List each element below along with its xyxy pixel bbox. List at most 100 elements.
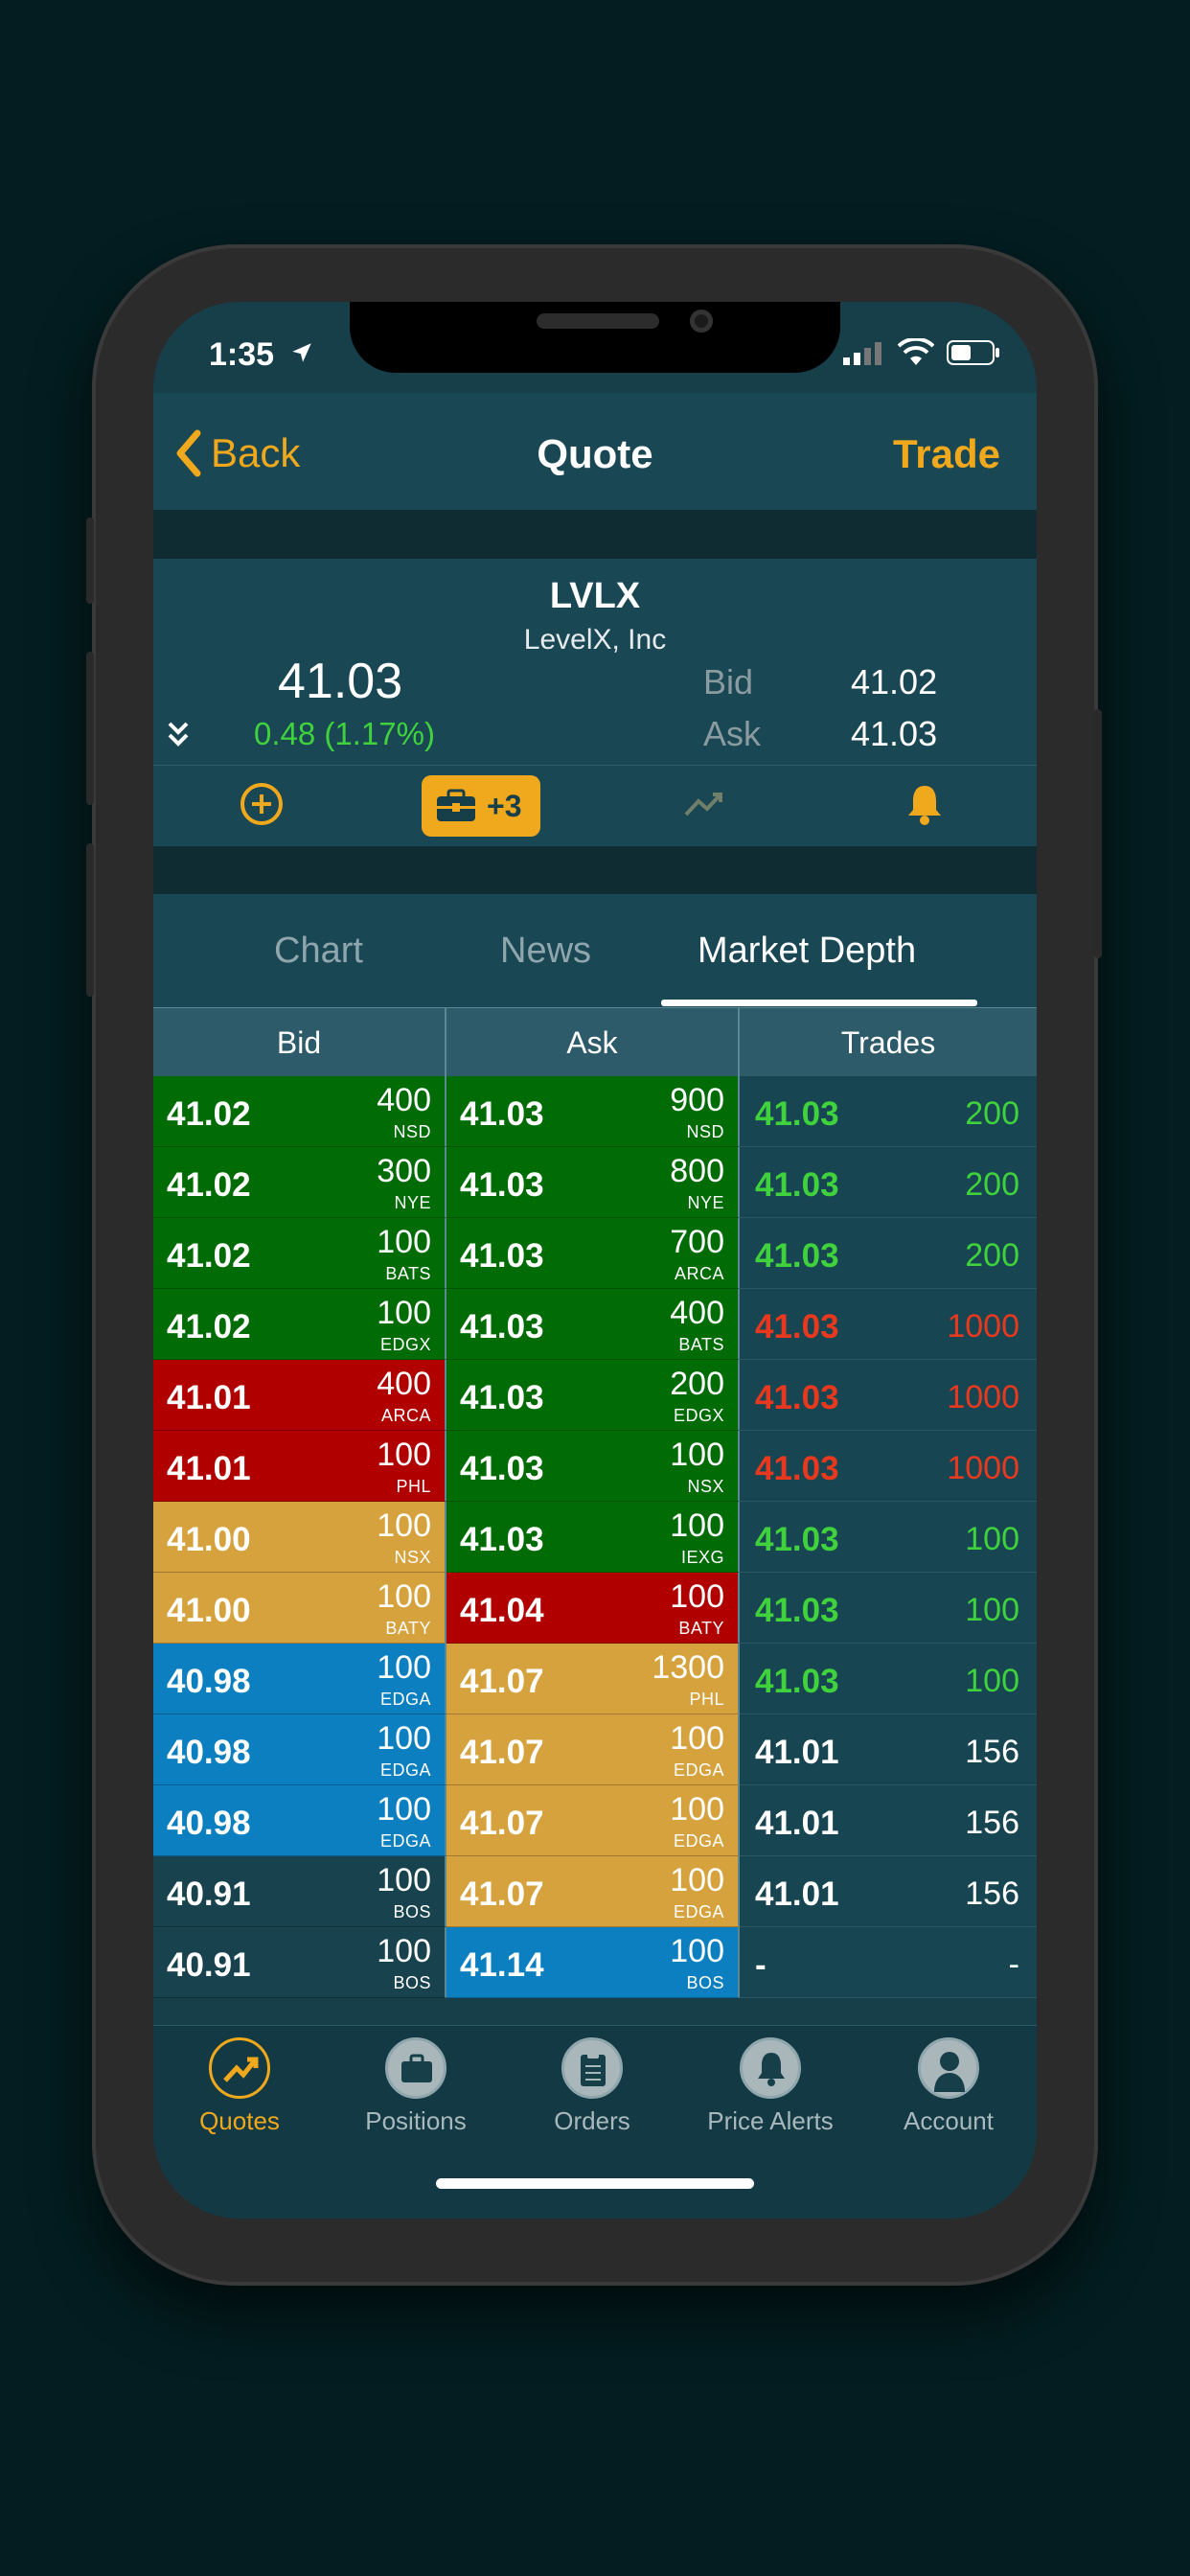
bid-price: 41.01 — [167, 1379, 251, 1416]
bid-exchange: ARCA — [380, 1406, 431, 1425]
ask-level-row[interactable]: 41.03 100 IEXG — [446, 1502, 740, 1573]
ask-size: 1300 — [652, 1649, 724, 1686]
ask-size: 100 — [670, 1933, 724, 1969]
ask-level-row[interactable]: 41.03 400 BATS — [446, 1289, 740, 1360]
briefcase-icon — [385, 2037, 446, 2099]
trade-button[interactable]: Trade — [893, 431, 1000, 477]
expand-chevron-icon[interactable] — [167, 720, 190, 756]
trade-row: 41.01 156 — [740, 1714, 1037, 1785]
ask-size: 100 — [670, 1507, 724, 1544]
ask-exchange: EDGA — [673, 1902, 724, 1921]
bid-price: 40.91 — [167, 1875, 251, 1913]
ask-level-row[interactable]: 41.07 100 EDGA — [446, 1785, 740, 1856]
bid-size: 100 — [377, 1437, 431, 1473]
trend-icon — [684, 793, 722, 816]
trades-column-header: Trades — [840, 1025, 936, 1060]
tabbar-price-alerts[interactable]: Price Alerts — [684, 2037, 857, 2136]
bid-level-row[interactable]: 41.02 100 BATS — [153, 1218, 446, 1289]
ask-exchange: IEXG — [680, 1548, 724, 1567]
bid-size: 100 — [377, 1507, 431, 1544]
bid-exchange: NYE — [394, 1193, 431, 1212]
trade-row: -- — [740, 1927, 1037, 1998]
speaker — [537, 313, 659, 329]
tab-chart[interactable]: Chart — [274, 931, 363, 972]
positions-badge-button[interactable]: +3 — [422, 775, 540, 837]
bid-size: 400 — [377, 1082, 431, 1118]
bid-price: 40.98 — [167, 1663, 251, 1700]
status-time: 1:35 — [209, 336, 275, 373]
trade-size: 1000 — [947, 1450, 1019, 1486]
bid-price: 40.98 — [167, 1734, 251, 1771]
tabbar-account[interactable]: Account — [862, 2037, 1035, 2136]
bid-exchange: PHL — [396, 1477, 431, 1496]
bid-level-row[interactable]: 41.00 100 BATY — [153, 1573, 446, 1644]
bid-level-row[interactable]: 40.98 100 EDGA — [153, 1785, 446, 1856]
bid-exchange: EDGX — [379, 1335, 431, 1354]
bid-exchange: BOS — [393, 1902, 431, 1921]
ask-level-row[interactable]: 41.07 100 EDGA — [446, 1856, 740, 1927]
ask-level-row[interactable]: 41.03 700 ARCA — [446, 1218, 740, 1289]
bid-level-row[interactable]: 41.02 400 NSD — [153, 1076, 446, 1147]
ask-size: 200 — [670, 1366, 724, 1402]
tab-news[interactable]: News — [500, 931, 591, 972]
ask-price: 41.03 — [460, 1521, 544, 1558]
trade-row: 41.03 100 — [740, 1573, 1037, 1644]
trade-row: 41.03 1000 — [740, 1360, 1037, 1431]
bid-level-row[interactable]: 41.02 300 NYE — [153, 1147, 446, 1218]
ask-size: 900 — [670, 1082, 724, 1118]
ask-label: Ask — [703, 714, 762, 753]
price-alert-button[interactable] — [901, 780, 949, 833]
trade-price: 41.01 — [755, 1875, 839, 1913]
ask-price: 41.03 — [460, 1166, 544, 1204]
trade-row: 41.01 156 — [740, 1785, 1037, 1856]
add-watchlist-button[interactable] — [238, 780, 286, 833]
tabbar-positions[interactable]: Positions — [330, 2037, 502, 2136]
ask-level-row[interactable]: 41.03 800 NYE — [446, 1147, 740, 1218]
bid-level-row[interactable]: 41.01 400 ARCA — [153, 1360, 446, 1431]
trade-size: 200 — [965, 1237, 1019, 1274]
ask-level-row[interactable]: 41.03 200 EDGX — [446, 1360, 740, 1431]
volume-up-button — [86, 652, 94, 805]
bid-label: Bid — [703, 662, 754, 702]
tab-market-depth[interactable]: Market Depth — [698, 931, 916, 972]
bid-level-row[interactable]: 40.91 100 BOS — [153, 1927, 446, 1998]
ask-level-row[interactable]: 41.03 100 NSX — [446, 1431, 740, 1502]
ask-size: 400 — [670, 1295, 724, 1331]
ask-price: 41.03 — [460, 1237, 544, 1275]
ask-level-row[interactable]: 41.14 100 BOS — [446, 1927, 740, 1998]
trade-size: 156 — [965, 1875, 1019, 1912]
ask-level-row[interactable]: 41.03 900 NSD — [446, 1076, 740, 1147]
bid-level-row[interactable]: 40.98 100 EDGA — [153, 1714, 446, 1785]
person-icon — [918, 2037, 979, 2099]
bid-size: 100 — [377, 1295, 431, 1331]
chart-button[interactable] — [680, 780, 728, 833]
ask-size: 100 — [670, 1791, 724, 1828]
ask-level-row[interactable]: 41.04 100 BATY — [446, 1573, 740, 1644]
bid-level-row[interactable]: 40.98 100 EDGA — [153, 1644, 446, 1714]
trade-row: 41.03 200 — [740, 1147, 1037, 1218]
bid-size: 100 — [377, 1720, 431, 1757]
ask-level-row[interactable]: 41.07 1300 PHL — [446, 1644, 740, 1714]
active-tab-indicator — [661, 1000, 977, 1006]
trade-size: 1000 — [947, 1379, 1019, 1415]
ask-level-row[interactable]: 41.07 100 EDGA — [446, 1714, 740, 1785]
trade-price: 41.03 — [755, 1166, 839, 1204]
trade-size: - — [1008, 1946, 1019, 1983]
ask-price: 41.07 — [460, 1663, 544, 1700]
bid-level-row[interactable]: 41.00 100 NSX — [153, 1502, 446, 1573]
volume-down-button — [86, 843, 94, 997]
positions-count: +3 — [487, 789, 522, 823]
last-price: 41.03 — [278, 654, 403, 709]
bid-level-row[interactable]: 41.02 100 EDGX — [153, 1289, 446, 1360]
bid-level-row[interactable]: 41.01 100 PHL — [153, 1431, 446, 1502]
bid-price: 40.98 — [167, 1805, 251, 1842]
battery-icon — [947, 340, 999, 365]
bid-exchange: BATS — [385, 1264, 431, 1283]
bid-exchange: BATY — [385, 1619, 431, 1638]
tabbar-quotes[interactable]: Quotes — [153, 2037, 326, 2136]
tabbar-label: Quotes — [199, 2106, 280, 2135]
ask-size: 700 — [670, 1224, 724, 1260]
tabbar-orders[interactable]: Orders — [506, 2037, 678, 2136]
bid-level-row[interactable]: 40.91 100 BOS — [153, 1856, 446, 1927]
bid-price: 41.00 — [167, 1592, 251, 1629]
